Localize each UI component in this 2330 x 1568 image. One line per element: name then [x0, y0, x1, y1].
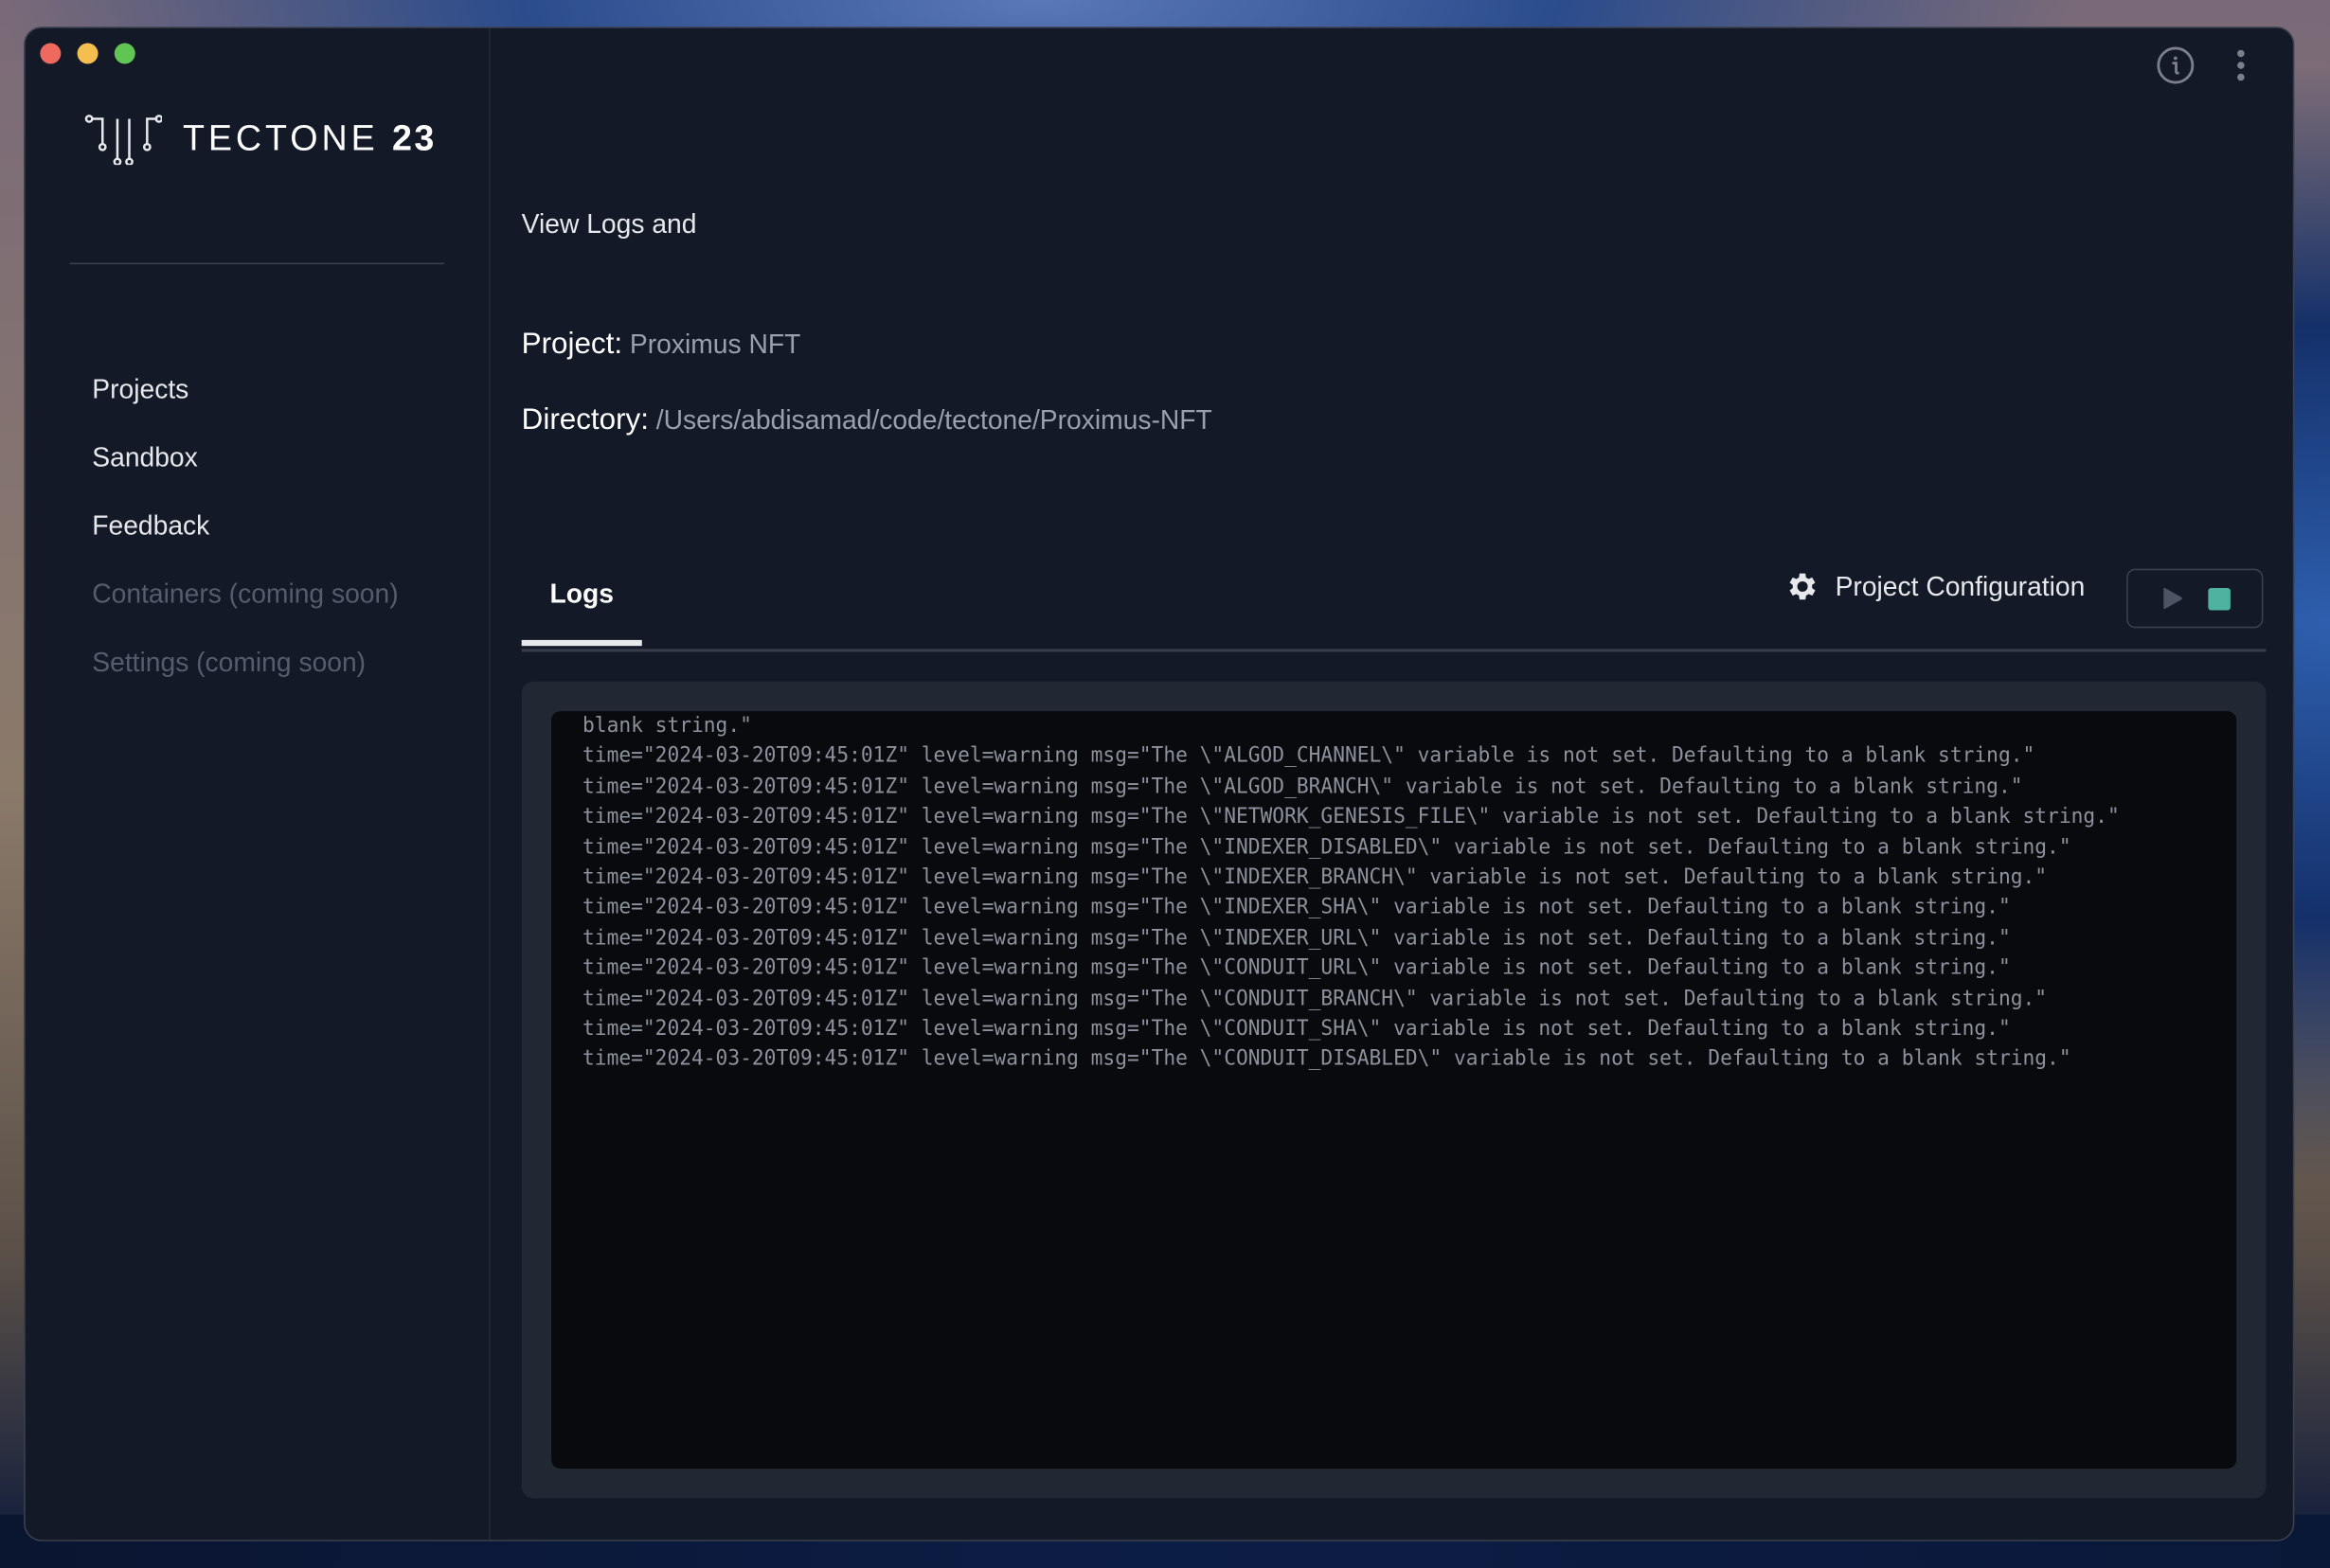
sidebar-item-sandbox[interactable]: Sandbox	[92, 435, 398, 503]
tab-bar: Logs Project Configuration	[521, 548, 2267, 652]
log-line: time="2024-03-20T09:45:01Z" level=warnin…	[582, 805, 2120, 829]
project-configuration-label: Project Configuration	[1835, 570, 2086, 601]
directory-path: /Users/abdisamad/code/tectone/Proximus-N…	[655, 405, 1212, 436]
play-button[interactable]	[2160, 585, 2183, 612]
sidebar-divider	[69, 262, 445, 265]
sidebar-item-settings: Settings (coming soon)	[92, 647, 367, 678]
project-info: Project: Proximus NFT	[522, 329, 801, 363]
project-name: Proximus NFT	[629, 330, 801, 360]
directory-label: Directory:	[521, 403, 649, 437]
log-output[interactable]: blank string." time="2024-03-20T09:45:01Z…	[551, 711, 2237, 1469]
sidebar-item-containers: Containers (coming soon)	[92, 579, 399, 609]
log-line: blank string."	[582, 714, 752, 739]
log-line: time="2024-03-20T09:45:01Z" level=warnin…	[582, 926, 2011, 951]
logo-wordmark: TECTONE 23	[182, 118, 437, 159]
run-controls	[2126, 568, 2264, 629]
stop-button[interactable]	[2207, 587, 2231, 610]
project-label: Project:	[521, 328, 623, 362]
play-icon	[2162, 587, 2181, 610]
project-configuration-button[interactable]: Project Configuration	[1784, 569, 2085, 605]
log-line: time="2024-03-20T09:45:01Z" level=warnin…	[582, 744, 2035, 769]
log-panel: blank string." time="2024-03-20T09:45:01Z…	[521, 681, 2267, 1499]
log-line: time="2024-03-20T09:45:01Z" level=warnin…	[582, 1017, 2011, 1042]
page-subtitle: View Logs and	[521, 209, 697, 240]
log-lines: blank string." time="2024-03-20T09:45:01Z…	[582, 711, 2203, 1075]
log-line: time="2024-03-20T09:45:01Z" level=warnin…	[582, 775, 2023, 799]
log-line: time="2024-03-20T09:45:01Z" level=warnin…	[582, 865, 2048, 890]
log-line: time="2024-03-20T09:45:01Z" level=warnin…	[582, 1047, 2071, 1072]
main-content: View Logs and Project: Proximus NFT Direc…	[521, 28, 2293, 1540]
directory-info: Directory:/Users/abdisamad/code/tectone/…	[522, 404, 1212, 438]
desktop: TECTONE 23 Projects Sandbox Feedback Con…	[0, 0, 2330, 1568]
sidebar-nav: Projects Sandbox Feedback Containers (co…	[92, 366, 398, 708]
app-window: TECTONE 23 Projects Sandbox Feedback Con…	[24, 27, 2295, 1541]
sidebar: TECTONE 23 Projects Sandbox Feedback Con…	[26, 27, 491, 1541]
circuit-logo-icon	[84, 115, 163, 166]
tab-logs[interactable]: Logs	[521, 548, 642, 647]
sidebar-item-feedback[interactable]: Feedback	[92, 504, 398, 572]
log-line: time="2024-03-20T09:45:01Z" level=warnin…	[582, 956, 2011, 981]
log-line: time="2024-03-20T09:45:01Z" level=warnin…	[582, 835, 2071, 860]
log-line: time="2024-03-20T09:45:01Z" level=warnin…	[582, 987, 2048, 1011]
app-logo: TECTONE 23	[84, 115, 437, 166]
gear-icon	[1789, 573, 1816, 600]
log-line: time="2024-03-20T09:45:01Z" level=warnin…	[582, 896, 2011, 920]
sidebar-item-projects[interactable]: Projects	[92, 366, 398, 435]
